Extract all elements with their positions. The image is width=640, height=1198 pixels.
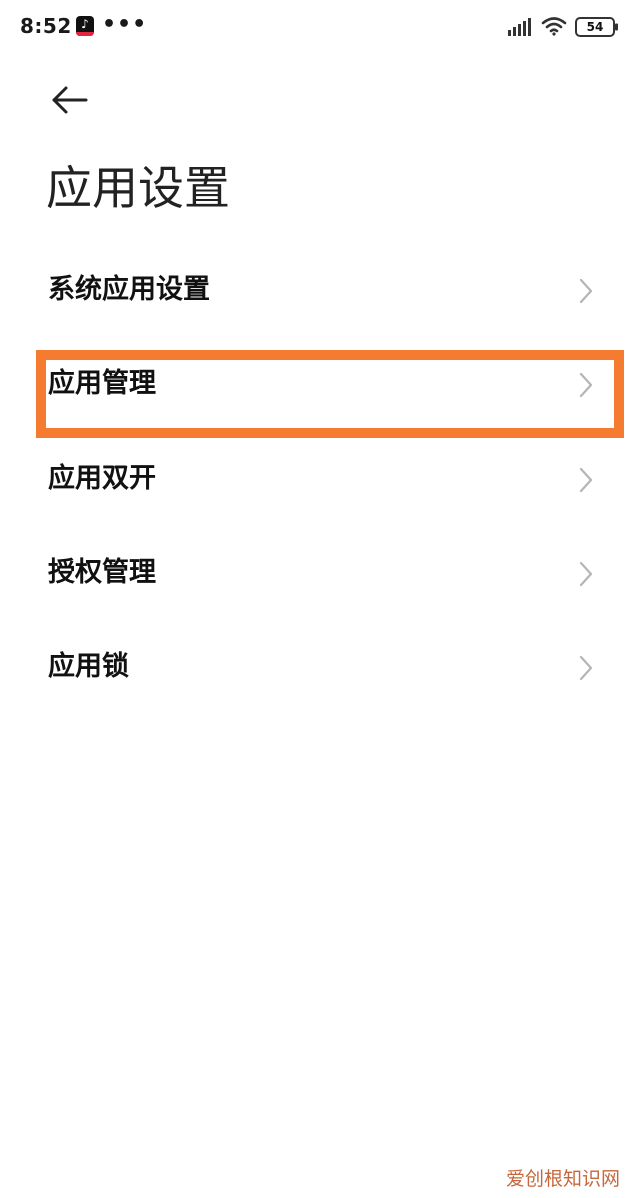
watermark: 爱创根知识网 <box>506 1168 621 1190</box>
tiktok-icon: ♪ <box>76 16 94 36</box>
menu-item-dual-apps[interactable]: 应用双开 <box>0 432 640 526</box>
chevron-right-icon <box>579 278 593 304</box>
page-title: 应用设置 <box>46 161 230 215</box>
menu-item-app-management[interactable]: 应用管理 <box>0 337 640 431</box>
menu-item-label: 应用锁 <box>48 651 129 682</box>
chevron-right-icon <box>579 655 593 681</box>
menu-item-label: 应用双开 <box>48 463 156 494</box>
battery-level: 54 <box>586 20 604 34</box>
wifi-icon <box>541 17 567 36</box>
chevron-right-icon <box>579 372 593 398</box>
chevron-right-icon <box>579 561 593 587</box>
more-notifications-icon: ••• <box>102 12 148 37</box>
menu-item-permissions[interactable]: 授权管理 <box>0 526 640 620</box>
menu-item-system-app-settings[interactable]: 系统应用设置 <box>0 243 640 337</box>
back-arrow-icon[interactable] <box>44 78 92 122</box>
menu-item-label: 授权管理 <box>48 557 156 588</box>
menu-item-label: 应用管理 <box>48 368 156 399</box>
chevron-right-icon <box>579 467 593 493</box>
menu-item-app-lock[interactable]: 应用锁 <box>0 620 640 714</box>
menu-item-label: 系统应用设置 <box>48 274 210 305</box>
status-time: 8:52 <box>20 14 72 38</box>
status-bar: 8:52 ♪ ••• 54 <box>0 0 640 58</box>
signal-icon <box>508 18 531 36</box>
